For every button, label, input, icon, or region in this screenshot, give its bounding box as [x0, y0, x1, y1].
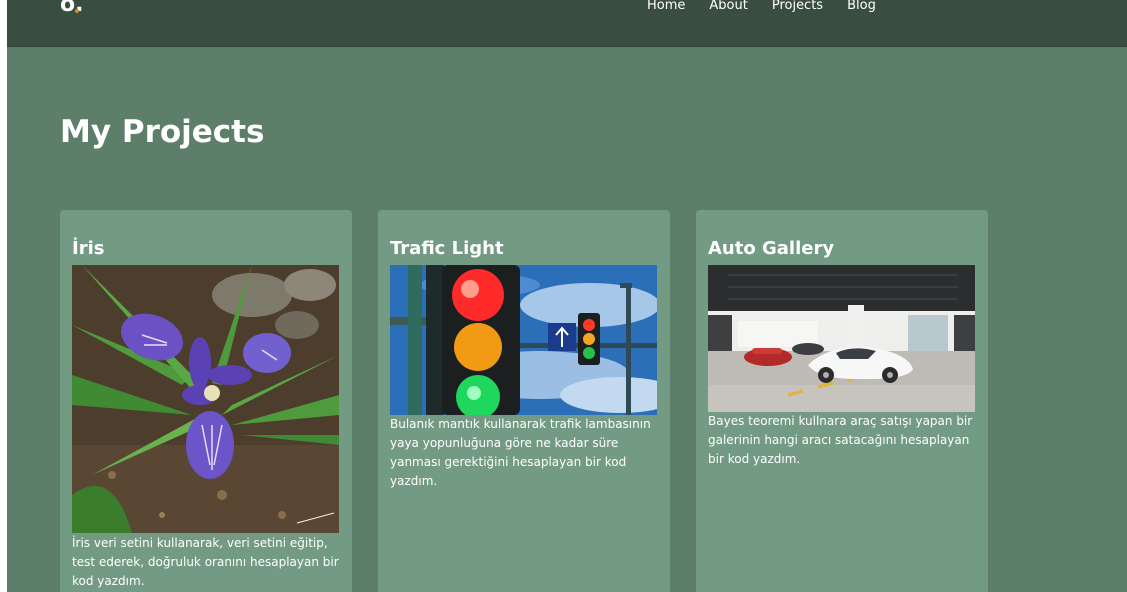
- site-logo[interactable]: o.: [60, 0, 83, 16]
- nav-link-blog[interactable]: Blog: [847, 0, 876, 14]
- project-card-auto-gallery[interactable]: Auto Gallery Bayes teoremi kullnara araç…: [696, 210, 988, 592]
- page-frame: o. Home About Projects Blog My Projects …: [7, 0, 1127, 592]
- project-card-iris[interactable]: İris İris veri setini kullanarak, veri s…: [60, 210, 352, 592]
- project-title: Auto Gallery: [708, 238, 835, 259]
- project-title: İris: [72, 238, 105, 259]
- nav-link-about[interactable]: About: [709, 0, 747, 14]
- logo-accent-dot: [75, 9, 79, 13]
- nav-link-home[interactable]: Home: [647, 0, 685, 14]
- project-image-iris: [72, 265, 339, 533]
- nav-link-projects[interactable]: Projects: [772, 0, 823, 14]
- project-card-traffic-light[interactable]: Trafic Light Bulanık mantık kullanarak t…: [378, 210, 670, 592]
- page-title: My Projects: [60, 114, 265, 150]
- project-image-auto-gallery: [708, 265, 975, 412]
- project-description: Bulanık mantık kullanarak trafik lambası…: [390, 417, 651, 488]
- project-title: Trafic Light: [390, 238, 504, 259]
- nav-links: Home About Projects Blog: [647, 0, 876, 14]
- project-image-traffic-light: [390, 265, 657, 415]
- navbar: o. Home About Projects Blog: [7, 0, 1127, 47]
- project-description: Bayes teoremi kullnara araç satışı yapan…: [708, 414, 973, 466]
- project-description: İris veri setini kullanarak, veri setini…: [72, 536, 339, 588]
